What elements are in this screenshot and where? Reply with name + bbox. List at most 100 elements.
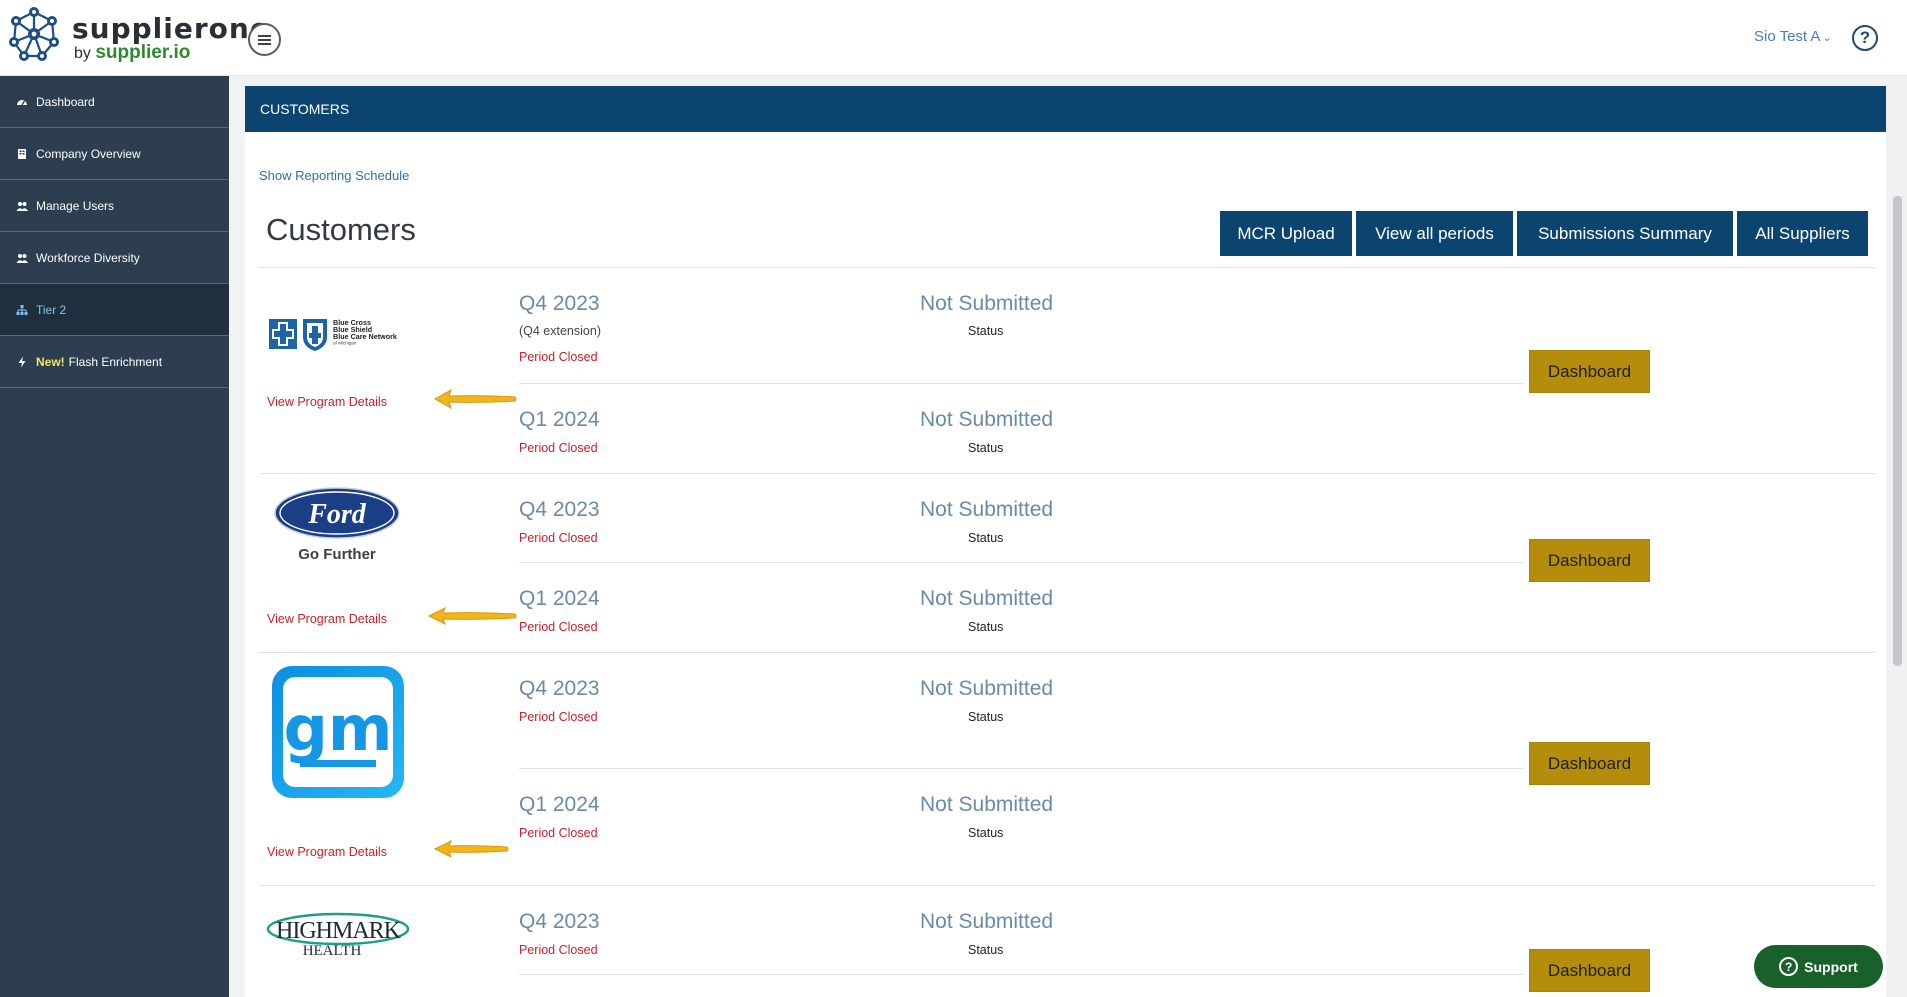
- sidebar-item-label: Dashboard: [36, 94, 95, 109]
- chevron-down-icon: ⌄: [1822, 32, 1832, 44]
- status-label: Status: [968, 531, 1004, 545]
- submissions-summary-button[interactable]: Submissions Summary: [1517, 211, 1733, 256]
- status-value: Not Submitted: [920, 292, 1054, 315]
- period-row: Q1 2024 Period Closed Not Submitted Stat…: [519, 384, 1523, 474]
- period-row: Q4 2023 Period Closed Not Submitted Stat…: [519, 653, 1523, 769]
- dashboard-icon: [17, 99, 27, 105]
- brand-name: supplierone: [72, 12, 270, 45]
- arrow-annotation-icon: [433, 839, 509, 859]
- main-panel: CUSTOMERS Show Reporting Schedule Custom…: [245, 86, 1886, 997]
- status-label: Status: [968, 324, 1004, 338]
- sidebar-item-flash-enrichment[interactable]: New! Flash Enrichment: [0, 336, 229, 388]
- sidebar-item-label: Flash Enrichment: [68, 354, 163, 369]
- top-bar: supplierone by supplier.io Sio Test A ⌄ ?: [0, 0, 1907, 76]
- gm-logo: gm: [272, 666, 404, 798]
- hamburger-icon: [258, 34, 271, 45]
- view-program-details-link[interactable]: View Program Details: [267, 845, 387, 859]
- support-button[interactable]: ? Support: [1754, 945, 1883, 988]
- molecule-logo-icon: [9, 7, 59, 61]
- users-icon: [16, 201, 28, 211]
- period-closed-label: Period Closed: [519, 710, 598, 724]
- status-label: Status: [968, 620, 1004, 634]
- period-closed-label: Period Closed: [519, 620, 598, 634]
- status-value: Not Submitted: [920, 910, 1054, 933]
- sidebar-item-label: Workforce Diversity: [36, 250, 140, 265]
- period-row: Q4 2023 Period Closed Not Submitted Stat…: [519, 886, 1523, 975]
- logo-text: HIGHMARK: [276, 918, 402, 944]
- new-badge: New!: [36, 354, 65, 369]
- blue-cross-logo: Blue Cross Blue Shield Blue Care Network…: [269, 318, 397, 351]
- status-value: Not Submitted: [920, 408, 1054, 431]
- support-label: Support: [1804, 958, 1858, 975]
- sidebar-item-manage-users[interactable]: Manage Users: [0, 180, 229, 232]
- brand-domain: supplier.io: [95, 42, 191, 63]
- logo-text: HEALTH: [303, 943, 362, 959]
- period-closed-label: Period Closed: [519, 531, 598, 545]
- logo-text: Go Further: [298, 546, 376, 563]
- status-label: Status: [968, 943, 1004, 957]
- status-value: Not Submitted: [920, 587, 1054, 610]
- status-label: Status: [968, 710, 1004, 724]
- customer-row-highmark: HIGHMARK HEALTH Q4 2023 Period Closed No…: [259, 886, 1875, 997]
- customer-row-ford: Ford Go Further View Program Details Q4 …: [259, 474, 1875, 653]
- arrow-annotation-icon: [433, 388, 517, 410]
- sidebar: Dashboard Company Overview Manage Users …: [0, 76, 229, 997]
- period-row: Q4 2023 (Q4 extension) Period Closed Not…: [519, 268, 1523, 384]
- period-label: Q1 2024: [519, 408, 600, 431]
- period-label: Q4 2023: [519, 910, 600, 933]
- period-closed-label: Period Closed: [519, 441, 598, 455]
- all-suppliers-button[interactable]: All Suppliers: [1737, 211, 1868, 256]
- help-icon[interactable]: ?: [1852, 25, 1878, 51]
- sidebar-item-dashboard[interactable]: Dashboard: [0, 76, 229, 128]
- user-menu[interactable]: Sio Test A ⌄: [1754, 28, 1832, 45]
- users-icon: [16, 253, 28, 263]
- sidebar-item-workforce-diversity[interactable]: Workforce Diversity: [0, 232, 229, 284]
- period-label: Q4 2023: [519, 292, 600, 315]
- sidebar-item-tier-2[interactable]: Tier 2: [0, 284, 229, 336]
- dashboard-button[interactable]: Dashboard: [1529, 539, 1650, 582]
- brand-by-word: by: [74, 45, 91, 62]
- period-row: Q4 2023 Period Closed Not Submitted Stat…: [519, 474, 1523, 563]
- status-label: Status: [968, 441, 1004, 455]
- status-value: Not Submitted: [920, 677, 1054, 700]
- page-title: Customers: [266, 212, 416, 247]
- sidebar-item-company-overview[interactable]: Company Overview: [0, 128, 229, 180]
- show-reporting-schedule-link[interactable]: Show Reporting Schedule: [259, 168, 409, 183]
- period-row: Q1 2024 Period Closed Not Submitted Stat…: [519, 563, 1523, 653]
- customer-row-blue-cross: Blue Cross Blue Shield Blue Care Network…: [259, 268, 1875, 474]
- highmark-logo: HIGHMARK HEALTH: [266, 912, 410, 959]
- status-value: Not Submitted: [920, 498, 1054, 521]
- ford-logo: Ford Go Further: [274, 487, 400, 563]
- view-program-details-link[interactable]: View Program Details: [267, 612, 387, 626]
- view-all-periods-button[interactable]: View all periods: [1356, 211, 1513, 256]
- sitemap-icon: [16, 304, 28, 315]
- dashboard-button[interactable]: Dashboard: [1529, 350, 1650, 393]
- scrollbar[interactable]: [1888, 76, 1907, 997]
- period-extension: (Q4 extension): [519, 324, 601, 338]
- period-closed-label: Period Closed: [519, 943, 598, 957]
- dashboard-button[interactable]: Dashboard: [1529, 742, 1650, 785]
- sidebar-item-label: Tier 2: [36, 302, 67, 317]
- panel-header: CUSTOMERS: [245, 86, 1886, 132]
- period-label: Q1 2024: [519, 793, 600, 816]
- logo-text: gm: [284, 692, 393, 765]
- period-closed-label: Period Closed: [519, 826, 598, 840]
- period-label: Q4 2023: [519, 677, 600, 700]
- menu-toggle-button[interactable]: [248, 23, 281, 56]
- supplierone-logo[interactable]: supplierone by supplier.io: [2, 4, 269, 64]
- building-icon: [18, 148, 26, 159]
- dashboard-button[interactable]: Dashboard: [1529, 949, 1650, 992]
- period-row: Q1 2024 Period Closed Not Submitted Stat…: [519, 769, 1523, 886]
- status-label: Status: [968, 826, 1004, 840]
- mcr-upload-button[interactable]: MCR Upload: [1220, 211, 1352, 256]
- question-icon: ?: [1779, 957, 1799, 976]
- brand-by-line: by supplier.io: [74, 42, 190, 64]
- sidebar-item-label: Company Overview: [36, 146, 141, 161]
- logo-text: of Michigan: [333, 341, 357, 346]
- view-program-details-link[interactable]: View Program Details: [267, 395, 387, 409]
- scrollbar-thumb[interactable]: [1893, 196, 1902, 666]
- user-name: Sio Test A: [1754, 28, 1821, 45]
- status-value: Not Submitted: [920, 793, 1054, 816]
- logo-text: Ford: [307, 499, 367, 530]
- arrow-annotation-icon: [427, 606, 517, 626]
